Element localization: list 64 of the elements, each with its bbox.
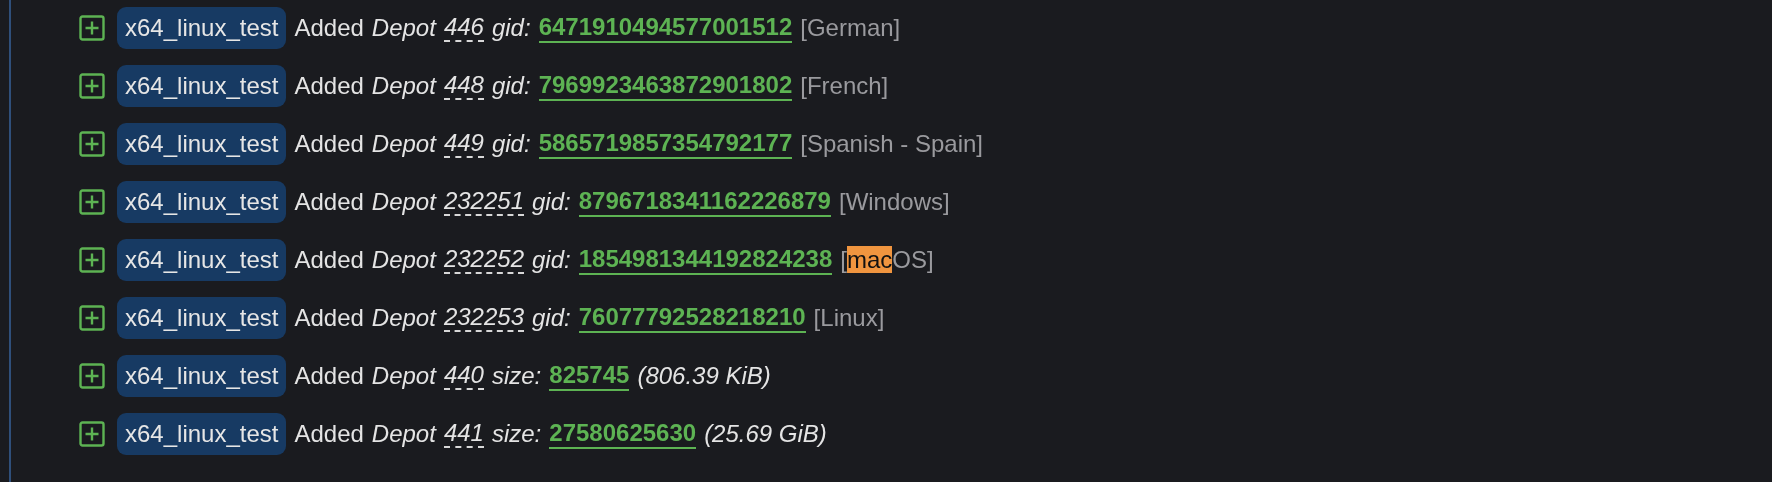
app-tag[interactable]: x64_linux_test (117, 355, 287, 397)
note-text: [German] (800, 14, 901, 42)
action-text: Added (294, 130, 364, 158)
depot-id[interactable]: 232253 (443, 304, 524, 332)
depot-id[interactable]: 449 (443, 130, 484, 158)
action-text: Added (294, 362, 364, 390)
depot-id[interactable]: 232252 (443, 246, 524, 274)
object-label: Depot (371, 420, 436, 448)
object-label: Depot (371, 246, 436, 274)
depot-id[interactable]: 441 (443, 420, 484, 448)
plus-square-icon (79, 421, 105, 447)
field-label: size: (491, 420, 542, 448)
field-label: gid: (491, 14, 531, 42)
action-text: Added (294, 188, 364, 216)
app-tag[interactable]: x64_linux_test (117, 413, 287, 455)
field-label: gid: (532, 304, 571, 332)
object-label: Depot (371, 362, 436, 390)
depot-id[interactable]: 440 (443, 362, 484, 390)
app-tag[interactable]: x64_linux_test (117, 7, 287, 49)
field-label: gid: (491, 72, 531, 100)
app-tag[interactable]: x64_linux_test (117, 297, 287, 339)
object-label: Depot (371, 14, 436, 42)
value-link[interactable]: 5865719857354792177 (538, 129, 793, 159)
value-link[interactable]: 27580625630 (549, 419, 697, 449)
object-label: Depot (371, 130, 436, 158)
value-link[interactable]: 1854981344192824238 (578, 245, 833, 275)
object-label: Depot (371, 72, 436, 100)
plus-square-icon (79, 247, 105, 273)
note-text: [French] (800, 72, 889, 100)
depot-id[interactable]: 448 (443, 72, 484, 100)
object-label: Depot (371, 304, 436, 332)
note-text: (25.69 GiB) (704, 420, 827, 448)
value-link[interactable]: 76077792528218210 (578, 303, 806, 333)
value-link[interactable]: 8796718341162226879 (578, 187, 831, 217)
field-label: gid: (532, 246, 571, 274)
value-link[interactable]: 7969923463872901802 (538, 71, 793, 101)
field-label: gid: (491, 130, 531, 158)
app-tag[interactable]: x64_linux_test (117, 181, 287, 223)
note-text: [Windows] (838, 188, 950, 216)
plus-square-icon (79, 15, 105, 41)
field-label: size: (491, 362, 542, 390)
plus-square-icon (79, 305, 105, 331)
plus-square-icon (79, 363, 105, 389)
app-tag[interactable]: x64_linux_test (117, 65, 287, 107)
action-text: Added (294, 304, 364, 332)
note-text: [Spanish - Spain] (800, 130, 984, 158)
value-link[interactable]: 825745 (549, 361, 630, 391)
action-text: Added (294, 246, 364, 274)
action-text: Added (294, 72, 364, 100)
note-text: [Linux] (813, 304, 885, 332)
field-label: gid: (532, 188, 571, 216)
depot-id[interactable]: 446 (443, 14, 484, 42)
plus-square-icon (79, 131, 105, 157)
plus-square-icon (79, 73, 105, 99)
plus-square-icon (79, 189, 105, 215)
object-label: Depot (371, 188, 436, 216)
note-text: (806.39 KiB) (637, 362, 771, 390)
action-text: Added (294, 14, 364, 42)
note-text: [macOS] (840, 246, 934, 274)
app-tag[interactable]: x64_linux_test (117, 123, 287, 165)
value-link[interactable]: 6471910494577001512 (538, 13, 793, 43)
action-text: Added (294, 420, 364, 448)
app-tag[interactable]: x64_linux_test (117, 239, 287, 281)
depot-id[interactable]: 232251 (443, 188, 524, 216)
